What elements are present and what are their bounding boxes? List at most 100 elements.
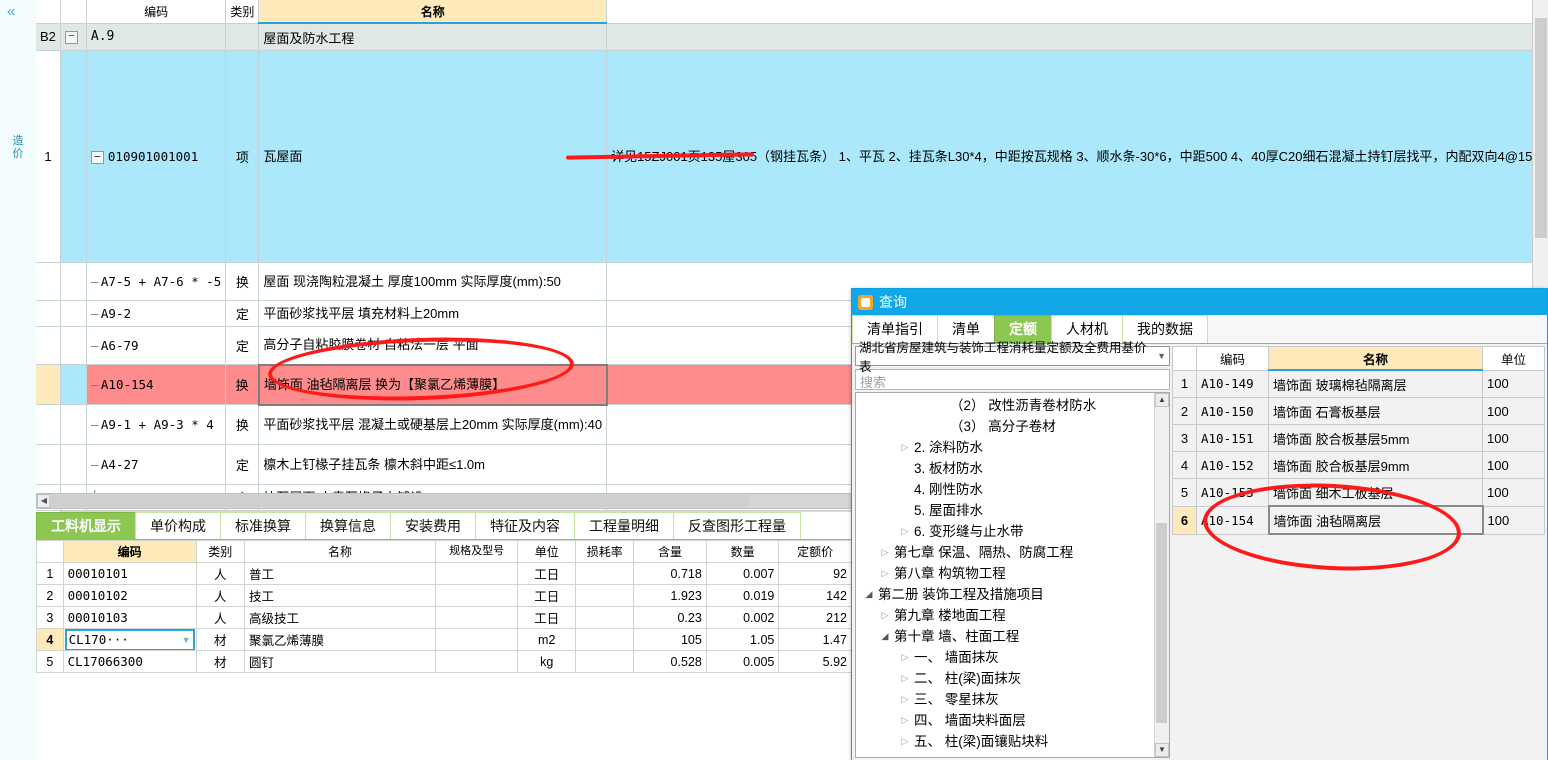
- mat-header-spec[interactable]: 规格及型号: [434, 540, 519, 563]
- mat-spec[interactable]: [434, 562, 519, 585]
- sub-code-cell[interactable]: — A4-27: [86, 444, 227, 485]
- mat-loss[interactable]: [575, 606, 635, 629]
- tree-item[interactable]: ▷ 第九章 楼地面工程: [856, 605, 1169, 626]
- chevron-right-icon[interactable]: ▷: [878, 563, 892, 584]
- chevron-right-icon[interactable]: ▷: [878, 605, 892, 626]
- query-dialog-titlebar[interactable]: 查询: [852, 289, 1547, 315]
- mat-spec[interactable]: [434, 628, 519, 651]
- item-characteristics[interactable]: 详见15ZJ001页135屋305（钢挂瓦条） 1、平瓦 2、挂瓦条L30*4，…: [606, 50, 1548, 263]
- tab-installation-fee[interactable]: 安装费用: [390, 512, 476, 539]
- left-collapsed-rail[interactable]: « 造价: [0, 0, 37, 760]
- mat-code[interactable]: 00010103: [62, 606, 197, 629]
- item-name[interactable]: 瓦屋面: [258, 50, 608, 263]
- list-item-selected[interactable]: 4 CL170··· ▼ 材 聚氯乙烯薄膜 m2 105 1.05 1.47: [36, 628, 852, 651]
- tree-item[interactable]: ◢ 第二册 装饰工程及措施项目: [856, 584, 1169, 605]
- res-header-unit[interactable]: 单位: [1482, 346, 1545, 371]
- mat-header-loss[interactable]: 损耗率: [575, 540, 635, 563]
- tab-unit-price-composition[interactable]: 单价构成: [135, 512, 221, 539]
- table-row-selected[interactable]: 6 A10-154 墙饰面 油毡隔离层 100: [1172, 505, 1545, 535]
- scroll-up-arrow-icon[interactable]: ▲: [1155, 393, 1169, 407]
- sub-name[interactable]: 高分子自粘胶膜卷材 自粘法一层 平面: [258, 326, 608, 365]
- mat-header-content[interactable]: 含量: [633, 540, 707, 563]
- sub-code-cell[interactable]: — A9-1 + A9-3 * 4: [86, 404, 227, 445]
- res-name[interactable]: 墙饰面 石膏板基层: [1268, 397, 1483, 425]
- mat-header-qty[interactable]: 数量: [705, 540, 780, 563]
- chevron-down-icon[interactable]: ▼: [182, 635, 191, 645]
- quota-library-select[interactable]: 湖北省房屋建筑与装饰工程消耗量定额及全费用基价表 ▼: [855, 341, 1170, 374]
- mat-content[interactable]: 0.528: [633, 650, 707, 673]
- res-name[interactable]: 墙饰面 细木工板基层: [1268, 478, 1483, 507]
- chevron-right-icon[interactable]: ▷: [898, 731, 912, 752]
- collapse-chevron-icon[interactable]: «: [7, 4, 15, 19]
- sub-code-cell[interactable]: — A9-2: [86, 300, 227, 327]
- tree-item[interactable]: ▷ 2. 涂料防水: [856, 437, 1169, 458]
- list-item[interactable]: 3 00010103 人 高级技工 工日 0.23 0.002 212: [36, 606, 852, 629]
- chevron-right-icon[interactable]: ▷: [898, 521, 912, 542]
- tree-item[interactable]: ▷ 三、 零星抹灰: [856, 689, 1169, 710]
- sub-code-cell[interactable]: — A10-154: [86, 364, 227, 405]
- mat-spec[interactable]: [434, 606, 519, 629]
- table-row[interactable]: 4 A10-152 墙饰面 胶合板基层9mm 100: [1172, 451, 1545, 479]
- sub-name[interactable]: 平面砂浆找平层 混凝土或硬基层上20mm 实际厚度(mm):40: [258, 404, 608, 445]
- mat-header-name[interactable]: 名称: [243, 540, 437, 563]
- tree-item[interactable]: ◢ 第十章 墙、柱面工程: [856, 626, 1169, 647]
- tree-item[interactable]: ▷ 四、 墙面块料面层: [856, 710, 1169, 731]
- res-name[interactable]: 墙饰面 玻璃棉毡隔离层: [1268, 369, 1483, 398]
- tree-scroll-thumb[interactable]: [1156, 523, 1167, 723]
- mat-code[interactable]: CL17066300: [62, 650, 197, 673]
- chevron-down-expanded-icon[interactable]: ◢: [862, 584, 876, 605]
- mat-content[interactable]: 1.923: [633, 584, 707, 607]
- table-row[interactable]: 1 −010901001001 项 瓦屋面 详见15ZJ001页135屋305（…: [36, 50, 1548, 263]
- list-item[interactable]: 2 00010102 人 技工 工日 1.923 0.019 142: [36, 584, 852, 607]
- tree-item[interactable]: ▷ 第八章 构筑物工程: [856, 563, 1169, 584]
- res-name[interactable]: 墙饰面 胶合板基层9mm: [1268, 451, 1483, 479]
- mat-header-code[interactable]: 编码: [62, 540, 197, 563]
- res-header-code[interactable]: 编码: [1196, 346, 1269, 371]
- mat-code[interactable]: 00010101: [62, 562, 197, 585]
- tab-features-content[interactable]: 特征及内容: [475, 512, 575, 539]
- sub-name[interactable]: 平面砂浆找平层 填充材料上20mm: [258, 300, 608, 327]
- res-name-active[interactable]: 墙饰面 油毡隔离层: [1267, 505, 1484, 535]
- tree-item[interactable]: 4. 刚性防水: [856, 479, 1169, 500]
- collapse-toggle-icon[interactable]: −: [64, 31, 78, 45]
- query-dialog[interactable]: 查询 清单指引 清单 定额 人材机 我的数据 湖北省房屋建筑与装饰工程消耗量定额…: [851, 288, 1548, 760]
- mat-header-category[interactable]: 类别: [195, 540, 245, 563]
- mat-code-editor[interactable]: CL170··· ▼: [62, 628, 197, 651]
- chevron-right-icon[interactable]: ▷: [878, 542, 892, 563]
- mat-header-unit[interactable]: 单位: [517, 540, 577, 563]
- header-name[interactable]: 名称: [258, 0, 608, 24]
- table-row[interactable]: 3 A10-151 墙饰面 胶合板基层5mm 100: [1172, 424, 1545, 452]
- tab-gongliaoji[interactable]: 工料机显示: [36, 512, 136, 539]
- tree-vertical-scrollbar[interactable]: ▲ ▼: [1154, 393, 1169, 757]
- chevron-right-icon[interactable]: ▷: [898, 710, 912, 731]
- tree-item[interactable]: （2） 改性沥青卷材防水: [856, 395, 1169, 416]
- mat-loss[interactable]: [575, 584, 635, 607]
- header-code[interactable]: 编码: [86, 0, 227, 24]
- scroll-down-arrow-icon[interactable]: ▼: [1155, 743, 1169, 757]
- table-row[interactable]: 1 A10-149 墙饰面 玻璃棉毡隔离层 100: [1172, 369, 1545, 398]
- list-item[interactable]: 5 CL17066300 材 圆钉 kg 0.528 0.005 5.92: [36, 650, 852, 673]
- tree-item[interactable]: ▷ 第七章 保温、隔热、防腐工程: [856, 542, 1169, 563]
- mat-code-combo[interactable]: CL170··· ▼: [64, 629, 195, 650]
- mat-name[interactable]: 普工: [243, 562, 437, 585]
- grid-vscroll-thumb[interactable]: [1535, 18, 1547, 238]
- tree-item[interactable]: 5. 屋面排水: [856, 500, 1169, 521]
- mat-loss[interactable]: [575, 650, 635, 673]
- materials-table[interactable]: 编码 类别 名称 规格及型号 单位 损耗率 含量 数量 定额价 1 000101…: [36, 540, 852, 673]
- mat-spec[interactable]: [434, 650, 519, 673]
- group-row[interactable]: B2 − A.9 屋面及防水工程: [36, 23, 1548, 51]
- sub-code-cell[interactable]: — A7-5 + A7-6 * -5: [86, 262, 227, 301]
- mat-name[interactable]: 圆钉: [243, 650, 437, 673]
- item-code-cell[interactable]: −010901001001: [86, 50, 227, 263]
- query-results-table[interactable]: 编码 名称 单位 1 A10-149 墙饰面 玻璃棉毡隔离层 100 2 A10…: [1172, 346, 1545, 535]
- tree-item[interactable]: 3. 板材防水: [856, 458, 1169, 479]
- sub-name[interactable]: 檩木上钉椽子挂瓦条 檩木斜中距≤1.0m: [258, 444, 608, 485]
- table-row[interactable]: 5 A10-153 墙饰面 细木工板基层 100: [1172, 478, 1545, 507]
- chevron-down-expanded-icon[interactable]: ◢: [878, 626, 892, 647]
- chevron-down-icon[interactable]: ▼: [1157, 351, 1166, 361]
- table-row[interactable]: 2 A10-150 墙饰面 石膏板基层 100: [1172, 397, 1545, 425]
- mat-header-price[interactable]: 定额价: [778, 540, 852, 563]
- chevron-right-icon[interactable]: ▷: [898, 437, 912, 458]
- expand-toggle-icon[interactable]: −: [90, 151, 104, 164]
- mat-content[interactable]: 0.23: [633, 606, 707, 629]
